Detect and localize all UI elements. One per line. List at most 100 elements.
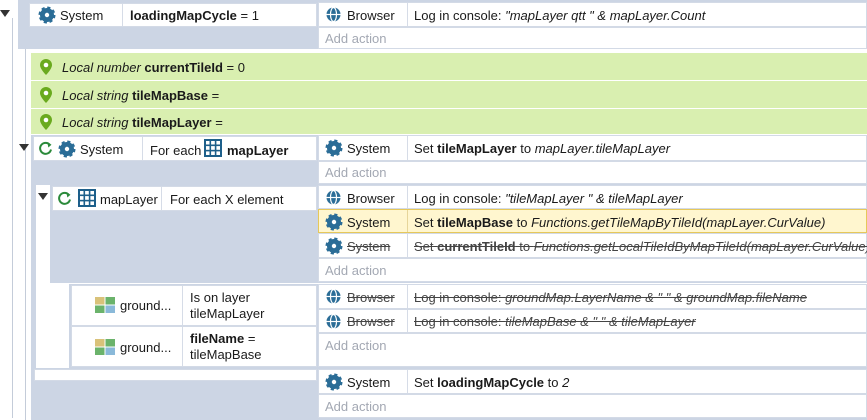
add-action-row[interactable]: Add action (318, 394, 867, 418)
condition-object-name: System (60, 8, 104, 23)
action-text: Set currentTileId to Functions.getLocalT… (414, 239, 867, 255)
action-expression: 2 (562, 375, 570, 390)
collapse-toggle[interactable] (0, 10, 10, 17)
condition-object-name: mapLayer (100, 192, 158, 207)
action-row[interactable]: Browser Log in console: "tileMapLayer " … (318, 185, 867, 209)
condition-prefix: For each (150, 143, 202, 158)
action-mid: to (544, 375, 563, 390)
action-text: Log in console: tileMapBase & " " & tile… (414, 314, 696, 330)
action-text: Set tileMapBase to Functions.getTileMapB… (414, 215, 825, 231)
action-expression: tileMapBase & " " & tileMapLayer (505, 314, 696, 329)
action-row-selected[interactable]: System Set tileMapBase to Functions.getT… (318, 209, 867, 233)
variable-value: = 0 (222, 60, 245, 75)
gear-icon (325, 237, 343, 255)
local-variable-text: Local string tileMapBase = (62, 88, 219, 104)
action-mid: to (515, 239, 534, 254)
action-mid: to (516, 141, 535, 156)
gear-icon (325, 213, 343, 231)
add-action-row[interactable]: Add action (318, 27, 867, 49)
collapse-toggle[interactable] (38, 193, 48, 200)
action-prefix: Set (414, 239, 438, 254)
gear-icon (325, 373, 343, 391)
divider (142, 137, 143, 160)
divider (407, 136, 408, 160)
action-object-name: System (347, 215, 391, 230)
add-action-label[interactable]: Add action (325, 165, 386, 181)
action-row[interactable]: Browser Log in console: "mapLayer qtt " … (318, 2, 867, 27)
divider (407, 3, 408, 26)
globe-icon (325, 6, 342, 23)
pin-icon (40, 87, 52, 103)
condition-line-2: tileMapBase (190, 347, 262, 362)
action-prefix: Set (414, 215, 438, 230)
condition-cell[interactable]: System loadingMapCycle = 1 (29, 3, 317, 27)
gear-icon (38, 6, 56, 24)
tree-line (25, 45, 26, 420)
action-prefix: Log in console: (414, 191, 506, 206)
action-object-name: System (347, 141, 391, 156)
variable-name: currentTileId (144, 60, 223, 75)
globe-icon (325, 189, 342, 206)
condition-object: mapLayer (227, 143, 289, 158)
action-expression: Functions.getLocalTileIdByMapTileId(mapL… (533, 239, 867, 254)
action-expression: mapLayer.tileMapLayer (534, 141, 671, 156)
comparison: = (244, 331, 256, 346)
action-mid: to (513, 215, 532, 230)
divider (182, 286, 183, 325)
action-variable: tileMapLayer (437, 141, 517, 156)
action-text: Log in console: groundMap.LayerName & " … (414, 290, 807, 306)
collapse-toggle[interactable] (19, 144, 29, 151)
pin-icon (40, 59, 52, 75)
action-prefix: Log in console: (414, 290, 506, 305)
condition-cell[interactable]: mapLayer For each X element (52, 186, 317, 211)
add-action-row[interactable]: Add action (318, 161, 867, 184)
action-variable: currentTileId (437, 239, 516, 254)
local-variable-text: Local number currentTileId = 0 (62, 60, 245, 76)
action-variable: tileMapBase (437, 215, 513, 230)
action-row-disabled[interactable]: Browser Log in console: tileMapBase & " … (318, 309, 867, 333)
add-action-label[interactable]: Add action (325, 31, 386, 47)
divider (161, 187, 162, 210)
loop-icon (37, 140, 54, 157)
action-object-name: System (347, 375, 391, 390)
variable-kind: Local string (62, 115, 129, 130)
condition-cell[interactable]: ground... Is on layer tileMapLayer (71, 285, 317, 326)
condition-cell[interactable]: System For each mapLayer (33, 136, 317, 161)
add-action-label[interactable]: Add action (325, 263, 386, 279)
variable-kind: Local string (62, 88, 129, 103)
action-object-name: Browser (347, 314, 395, 329)
action-prefix: Set (414, 141, 438, 156)
grid-icon (78, 189, 96, 207)
action-object-name: System (347, 239, 391, 254)
condition-line-1: fileName = (190, 331, 255, 347)
loop-icon (56, 190, 73, 207)
action-expression: "tileMapLayer " & tileMapLayer (505, 191, 683, 206)
action-text: Set tileMapLayer to mapLayer.tileMapLaye… (414, 141, 670, 157)
tree-line (12, 18, 13, 418)
action-row[interactable]: System Set loadingMapCycle to 2 (318, 369, 867, 394)
local-variable-row[interactable]: Local string tileMapLayer = (31, 109, 867, 135)
action-expression: "mapLayer qtt " & mapLayer.Count (505, 8, 706, 23)
local-variable-row[interactable]: Local string tileMapBase = (31, 81, 867, 109)
grid-icon (204, 139, 222, 157)
divider (182, 327, 183, 366)
add-action-label[interactable]: Add action (325, 338, 386, 354)
action-row-disabled[interactable]: System Set currentTileId to Functions.ge… (318, 233, 867, 258)
add-action-row[interactable]: Add action (318, 258, 867, 282)
add-action-row[interactable]: Add action (318, 333, 867, 367)
add-action-label[interactable]: Add action (325, 399, 386, 415)
empty-condition-cell[interactable] (34, 369, 317, 381)
variable-name: loadingMapCycle (130, 8, 237, 23)
action-expression: Functions.getTileMapByTileId(mapLayer.Cu… (531, 215, 826, 230)
condition-variable: fileName (190, 331, 245, 346)
divider (407, 210, 408, 232)
action-row[interactable]: System Set tileMapLayer to mapLayer.tile… (318, 135, 867, 161)
condition-cell[interactable]: ground... fileName = tileMapBase (71, 326, 317, 367)
divider (407, 234, 408, 257)
action-row-disabled[interactable]: Browser Log in console: groundMap.LayerN… (318, 284, 867, 309)
action-text: Log in console: "tileMapLayer " & tileMa… (414, 191, 683, 207)
globe-icon (325, 288, 342, 305)
gear-icon (325, 139, 343, 157)
local-variable-row[interactable]: Local number currentTileId = 0 (31, 53, 867, 81)
comparison: = 1 (236, 8, 259, 23)
